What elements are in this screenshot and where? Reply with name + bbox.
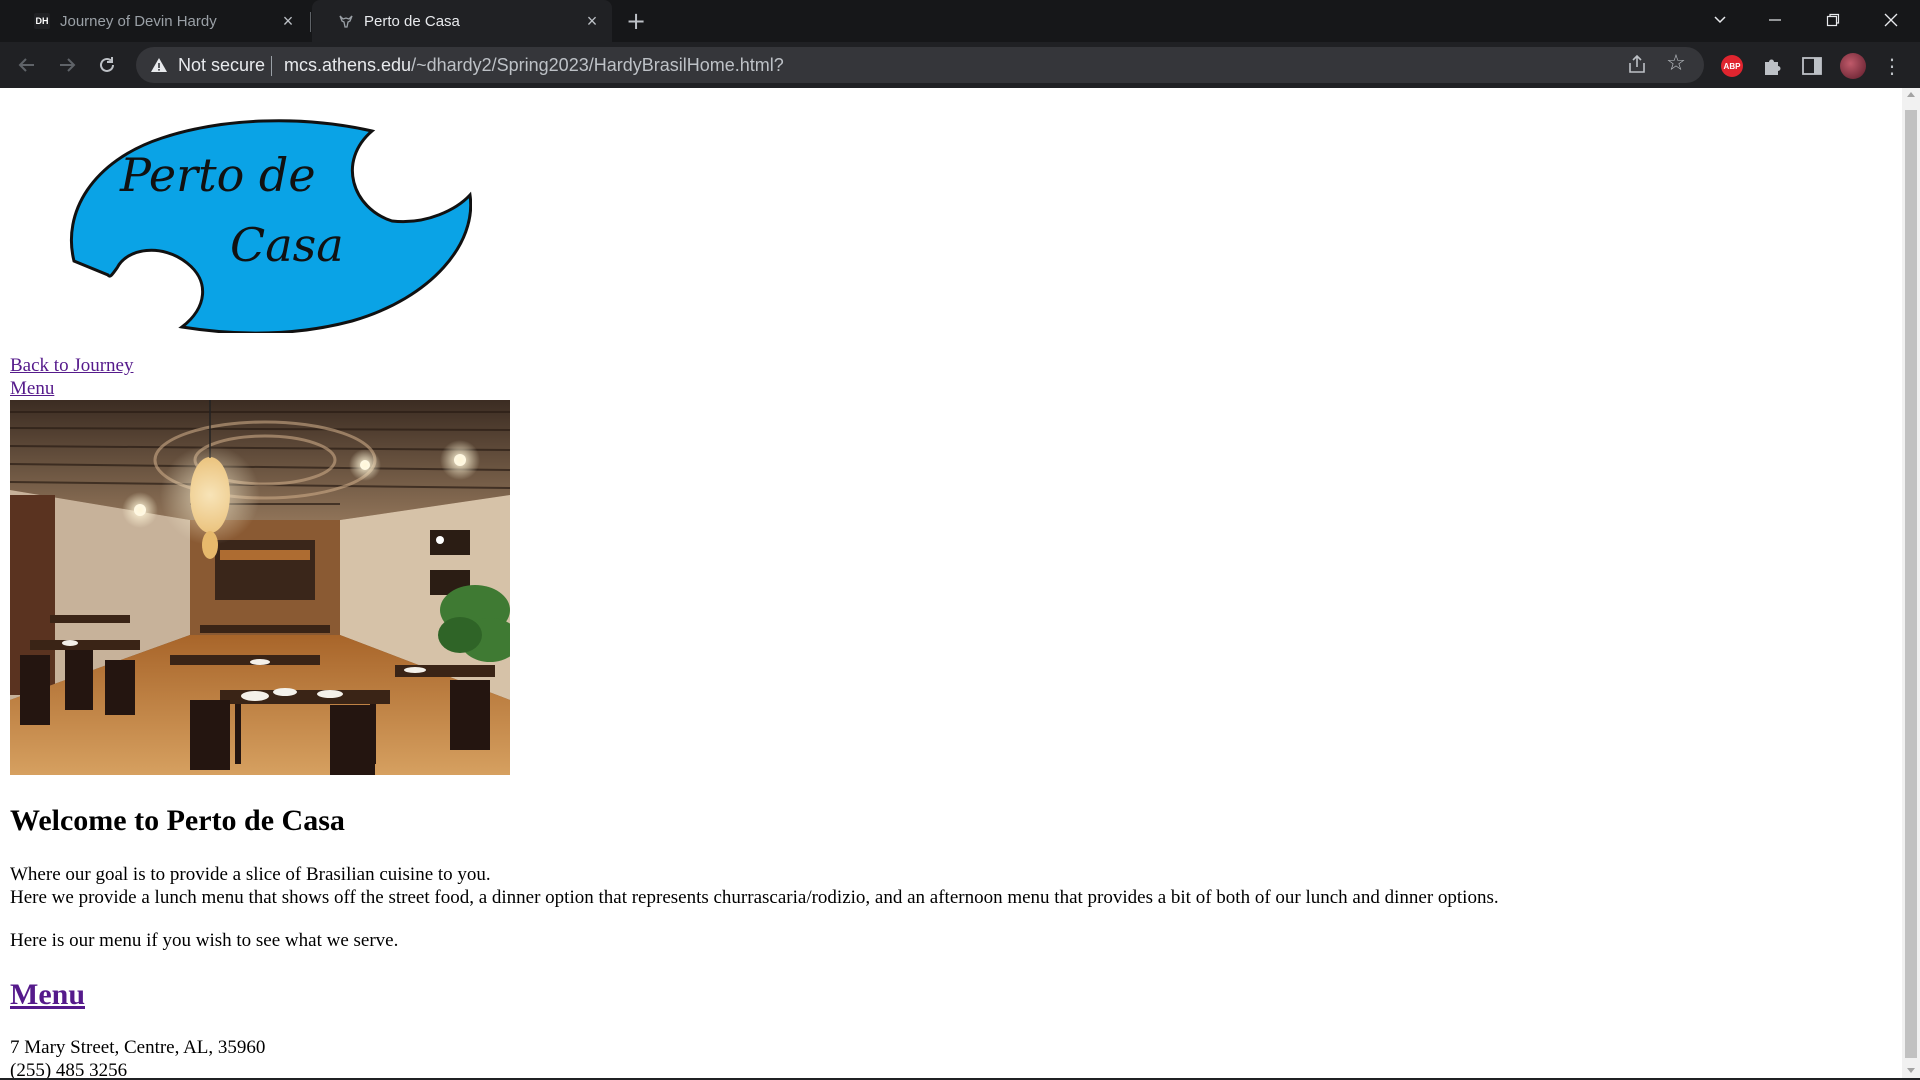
intro-text-line2: Here we provide a lunch menu that shows … [10,887,1499,908]
forward-arrow-icon[interactable] [52,50,82,80]
scrollbar-thumb[interactable] [1905,110,1917,1058]
browser-chrome: DH Journey of Devin Hardy × Perto de Cas… [0,0,1920,88]
tab-perto-de-casa[interactable]: Perto de Casa × [312,0,612,42]
tab-title: Journey of Devin Hardy [60,12,217,30]
intro-text-line1: Where our goal is to provide a slice of … [10,864,491,885]
address-text: 7 Mary Street, Centre, AL, 35960 [10,1037,266,1058]
reload-icon[interactable] [92,50,122,80]
side-panel-icon[interactable] [1801,55,1823,77]
address-bar[interactable]: Not secure mcs.athens.edu/~dhardy2/Sprin… [136,47,1704,83]
menu-prompt-text: Here is our menu if you wish to see what… [10,930,399,951]
bookmark-star-icon[interactable]: ☆ [1664,52,1688,76]
url-host: mcs.athens.edu [284,55,412,75]
dh-favicon-icon: DH [34,13,50,29]
url-text[interactable]: mcs.athens.edu/~dhardy2/Spring2023/Hardy… [284,55,784,76]
perto-de-casa-logo: Perto de Casa [69,119,472,333]
tab-title: Perto de Casa [364,12,460,30]
minimize-icon[interactable] [1752,0,1798,40]
logo-text-line2: Casa [230,218,344,272]
back-to-journey-link[interactable]: Back to Journey [10,354,133,377]
welcome-heading: Welcome to Perto de Casa [10,804,345,837]
bull-favicon-icon [338,13,354,29]
back-arrow-icon[interactable] [12,50,42,80]
menu-heading-link[interactable]: Menu [10,978,85,1011]
window-close-icon[interactable] [1868,0,1914,40]
tab-journey-of-devin-hardy[interactable]: DH Journey of Devin Hardy × [8,0,308,42]
share-icon[interactable] [1626,54,1648,76]
browser-toolbar: Not secure mcs.athens.edu/~dhardy2/Sprin… [0,42,1920,88]
adblock-plus-icon[interactable]: ABP [1721,55,1743,77]
page-viewport: Perto de Casa Back to Journey Menu Welco… [0,88,1902,1078]
tab-divider [310,12,311,32]
scroll-up-arrow-icon[interactable] [1907,92,1915,97]
restore-icon[interactable] [1810,0,1856,40]
new-tab-plus-icon[interactable]: + [624,9,648,33]
warning-triangle-icon [151,58,167,72]
logo-text-line1: Perto de [119,148,316,202]
menu-link[interactable]: Menu [10,377,54,400]
profile-avatar[interactable] [1840,53,1866,79]
phone-text: (255) 485 3256 [10,1060,128,1078]
restaurant-interior-photo [10,400,510,775]
extensions-puzzle-icon[interactable] [1760,54,1784,78]
scroll-down-arrow-icon[interactable] [1907,1068,1915,1073]
more-options-kebab-icon[interactable]: ⋮ [1882,54,1902,78]
menu-heading: Menu [10,977,85,1013]
tab-strip: DH Journey of Devin Hardy × Perto de Cas… [0,0,1920,42]
url-path: /~dhardy2/Spring2023/HardyBrasilHome.htm… [411,55,784,75]
close-icon[interactable]: × [278,11,298,31]
omnibox-separator [271,56,272,76]
vertical-scrollbar[interactable] [1902,88,1920,1078]
tab-search-chevron-down-icon[interactable] [1697,0,1743,40]
not-secure-label[interactable]: Not secure [178,55,265,76]
close-icon[interactable]: × [582,11,602,31]
